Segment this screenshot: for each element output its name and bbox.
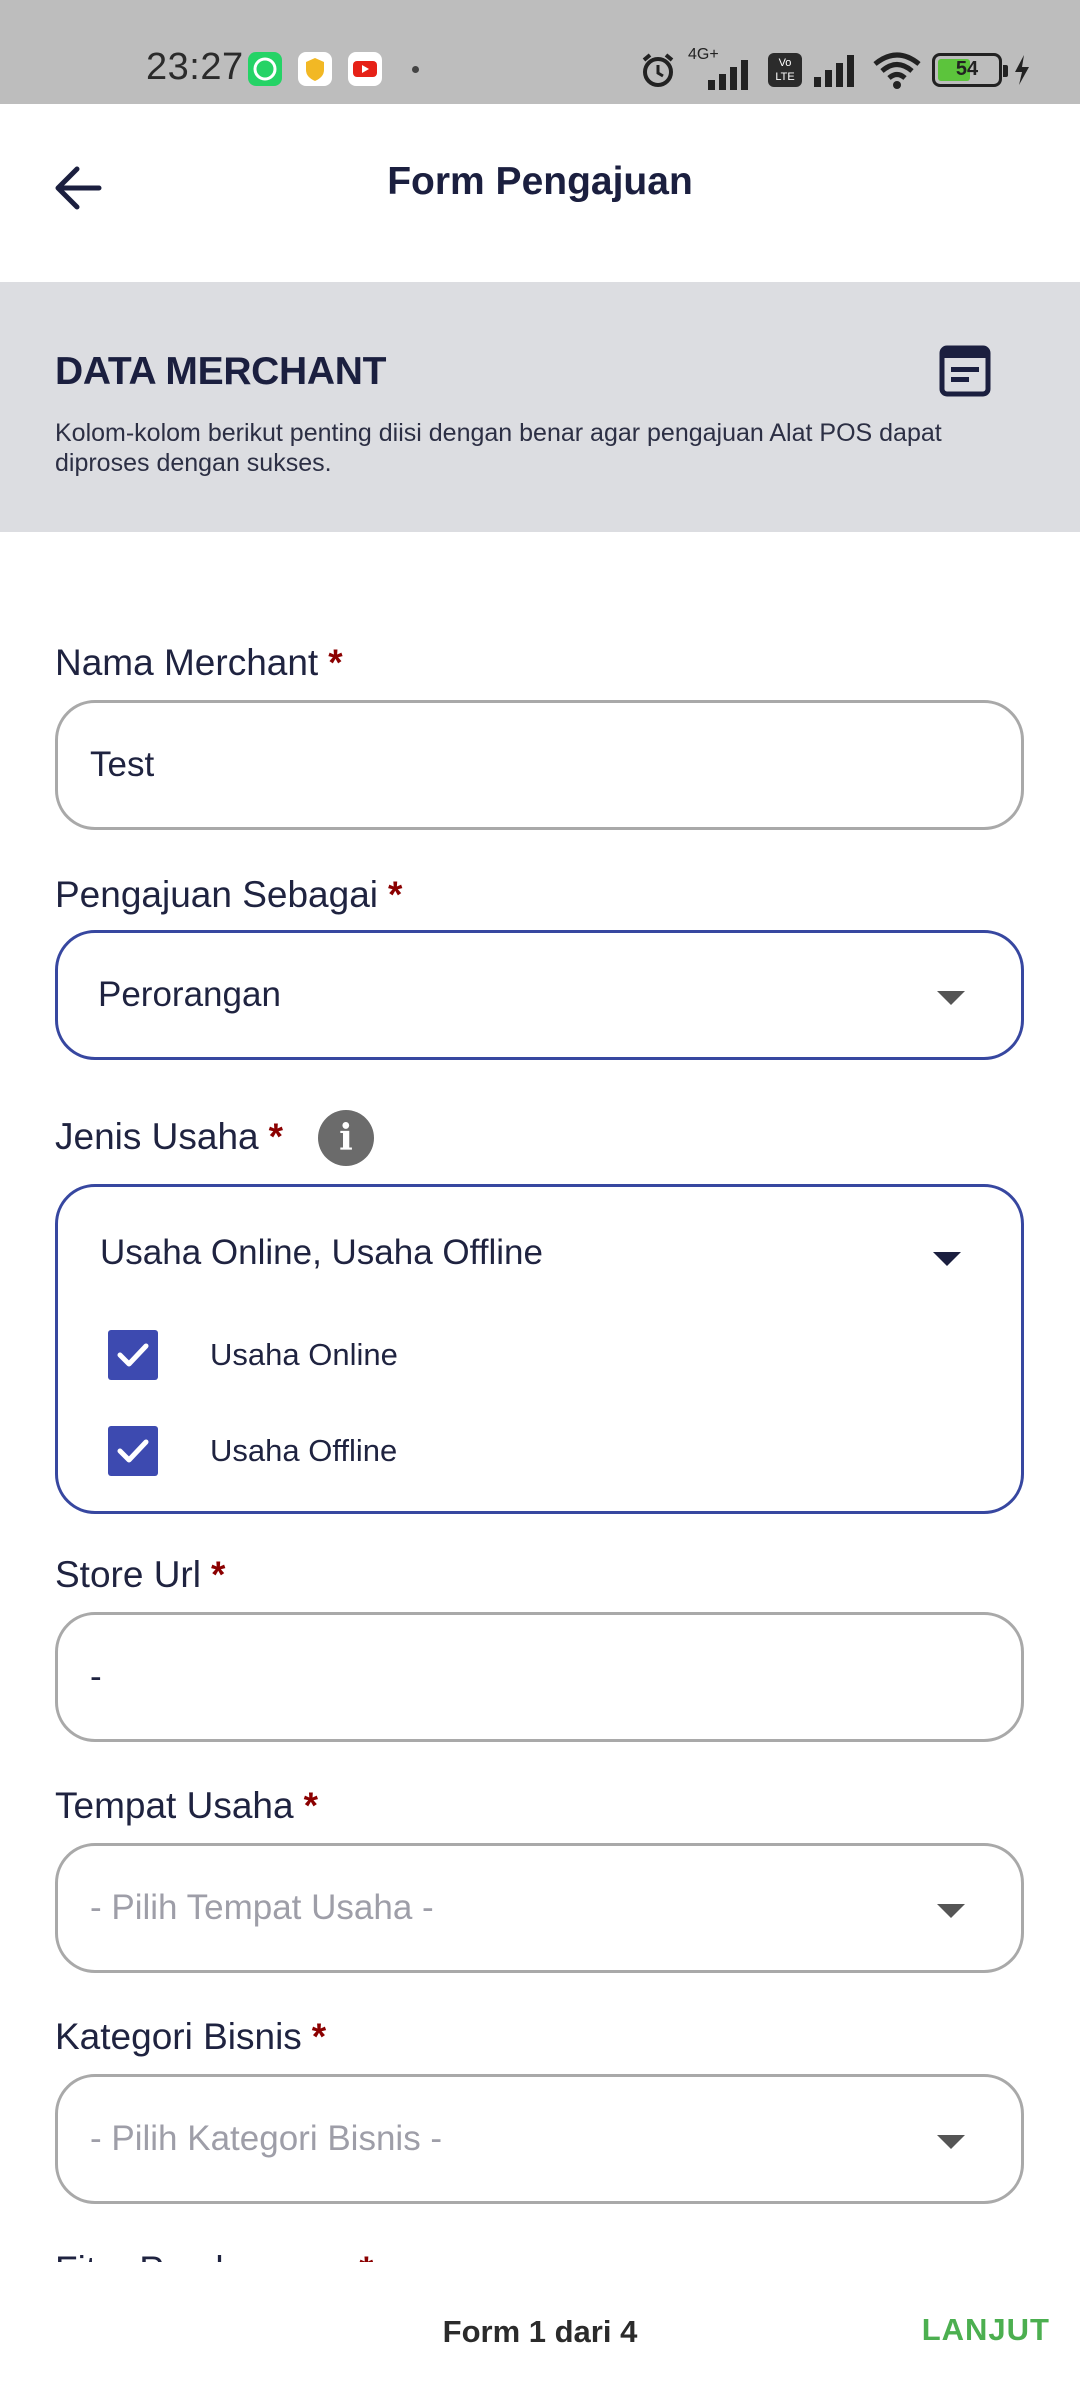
app-bar: Form Pengajuan xyxy=(0,104,1080,282)
battery-level: 54 xyxy=(955,58,979,80)
pengajuan-sebagai-select[interactable]: Perorangan xyxy=(55,930,1024,1060)
kategori-bisnis-select[interactable]: - Pilih Kategori Bisnis - xyxy=(55,2074,1024,2204)
nama-merchant-label: Nama Merchant * xyxy=(55,642,343,683)
page-indicator: Form 1 dari 4 xyxy=(442,2314,638,2349)
pengajuan-sebagai-label: Pengajuan Sebagai * xyxy=(55,874,403,915)
kategori-bisnis-label: Kategori Bisnis * xyxy=(55,2016,327,2057)
option-usaha-offline[interactable]: Usaha Offline xyxy=(108,1425,397,1477)
section-description: Kolom-kolom berikut penting diisi dengan… xyxy=(55,419,942,477)
jenis-usaha-multiselect[interactable]: Usaha Online, Usaha Offline Usaha Online… xyxy=(55,1184,1024,1514)
option-label: Usaha Offline xyxy=(210,1433,398,1468)
option-usaha-online[interactable]: Usaha Online xyxy=(108,1329,398,1381)
checkbox-usaha-online[interactable] xyxy=(108,1330,158,1380)
signal-icon xyxy=(814,55,854,87)
option-label: Usaha Online xyxy=(210,1337,398,1372)
page-title: Form Pengajuan xyxy=(387,160,693,203)
tempat-usaha-placeholder: - Pilih Tempat Usaha - xyxy=(90,1888,434,1927)
bottom-bar: Form 1 dari 4 LANJUT xyxy=(0,2262,1080,2400)
kategori-bisnis-placeholder: - Pilih Kategori Bisnis - xyxy=(90,2119,443,2158)
chevron-down-icon xyxy=(937,991,965,1005)
notification-dot-icon xyxy=(412,66,419,73)
pengajuan-sebagai-value: Perorangan xyxy=(98,975,281,1014)
nama-merchant-input[interactable]: Test xyxy=(55,700,1024,830)
info-icon[interactable]: i xyxy=(318,1110,374,1166)
shield-app-icon xyxy=(298,52,332,86)
status-time: 23:27 xyxy=(146,46,244,88)
required-marker: * xyxy=(210,1554,226,1595)
status-bar: 23:27 4G+ Vo LTE 54 xyxy=(0,0,1080,104)
battery-icon: 54 xyxy=(932,53,1008,87)
checkmark-icon xyxy=(117,1343,149,1367)
charging-icon xyxy=(1015,55,1029,85)
info-panel: DATA MERCHANT Kolom-kolom berikut pentin… xyxy=(0,282,1080,532)
checkbox-usaha-offline[interactable] xyxy=(108,1426,158,1476)
alarm-icon xyxy=(642,53,674,87)
chevron-down-icon xyxy=(937,2135,965,2149)
required-marker: * xyxy=(268,1116,284,1157)
jenis-usaha-value: Usaha Online, Usaha Offline xyxy=(100,1233,543,1272)
required-marker: * xyxy=(328,642,343,683)
store-url-value: - xyxy=(90,1657,102,1696)
checkmark-icon xyxy=(117,1439,149,1463)
next-button[interactable]: LANJUT xyxy=(922,2312,1050,2348)
volte-icon: Vo LTE xyxy=(768,53,802,87)
required-marker: * xyxy=(388,874,403,915)
required-marker: * xyxy=(303,1785,318,1826)
section-title: DATA MERCHANT xyxy=(55,350,387,393)
tempat-usaha-select[interactable]: - Pilih Tempat Usaha - xyxy=(55,1843,1024,1973)
form-document-icon xyxy=(939,345,991,397)
required-marker: * xyxy=(311,2016,327,2057)
wifi-icon xyxy=(873,52,921,89)
youtube-icon xyxy=(348,52,382,86)
chevron-down-icon[interactable] xyxy=(933,1252,961,1266)
system-icons: 4G+ Vo LTE 54 xyxy=(638,46,1032,92)
nama-merchant-value: Test xyxy=(90,745,155,784)
whatsapp-icon xyxy=(248,52,282,86)
store-url-input[interactable]: - xyxy=(55,1612,1024,1742)
store-url-label: Store Url * xyxy=(55,1554,226,1595)
chevron-down-icon xyxy=(937,1904,965,1918)
signal-4g-icon: 4G+ xyxy=(688,46,758,90)
tempat-usaha-label: Tempat Usaha * xyxy=(55,1785,318,1826)
jenis-usaha-label: Jenis Usaha * xyxy=(55,1116,284,1157)
